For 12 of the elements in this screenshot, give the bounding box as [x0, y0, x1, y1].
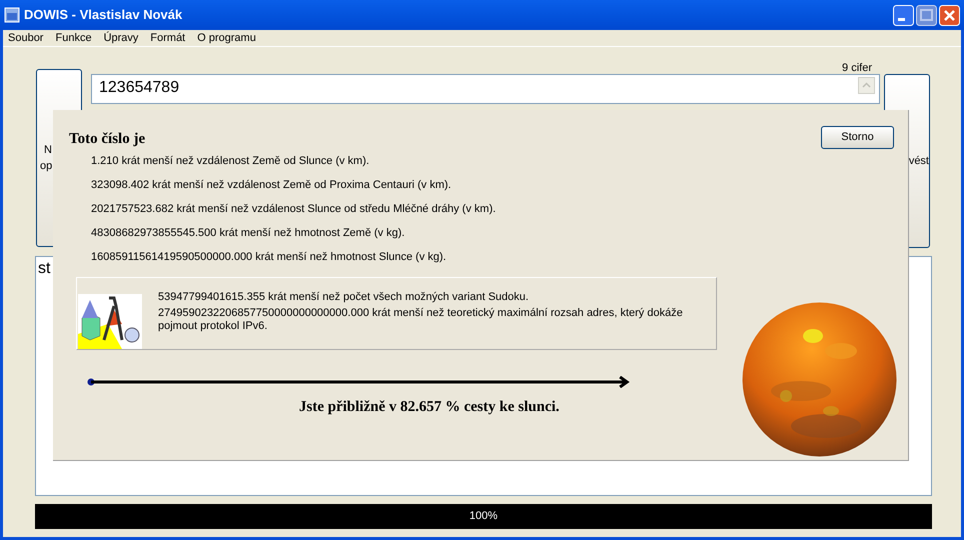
digit-count: 9 cifer: [842, 63, 872, 73]
fact-text: 2749590232206857750000000000000.000 krát menší než teoretický maximální rozsah adres, který dokáže pojmout protokol IPv6.: [158, 307, 684, 333]
window-title: DOWIS - Vlastislav Novák: [24, 6, 182, 24]
comparison-text: 48308682973855545.500 krát menší než hmotnost Země (v kg).: [91, 226, 406, 241]
fact-text: 53947799401615.355 krát menší než počet všech možných variant Sudoku.: [158, 291, 530, 304]
comparison-text: 1.210 krát menší než vzdálenost Země od Slunce (v km).: [91, 154, 370, 169]
comparison-text: 2021757523.682 krát menší než vzdálenost Slunce od středu Mléčné dráhy (v km).: [91, 202, 497, 217]
dialog-heading: Toto číslo je: [69, 130, 146, 148]
progress-label: 100%: [468, 509, 499, 524]
journey-text: Jste přibližně v 82.657 % cesty ke slunci.: [299, 398, 560, 417]
comparison-text: 323098.402 krát menší než vzdálenost Země od Proxima Centauri (v km).: [91, 178, 452, 193]
comparison-text: 16085911561419590500000.000 krát menší než hmotnost Slunce (v kg).: [91, 250, 448, 265]
